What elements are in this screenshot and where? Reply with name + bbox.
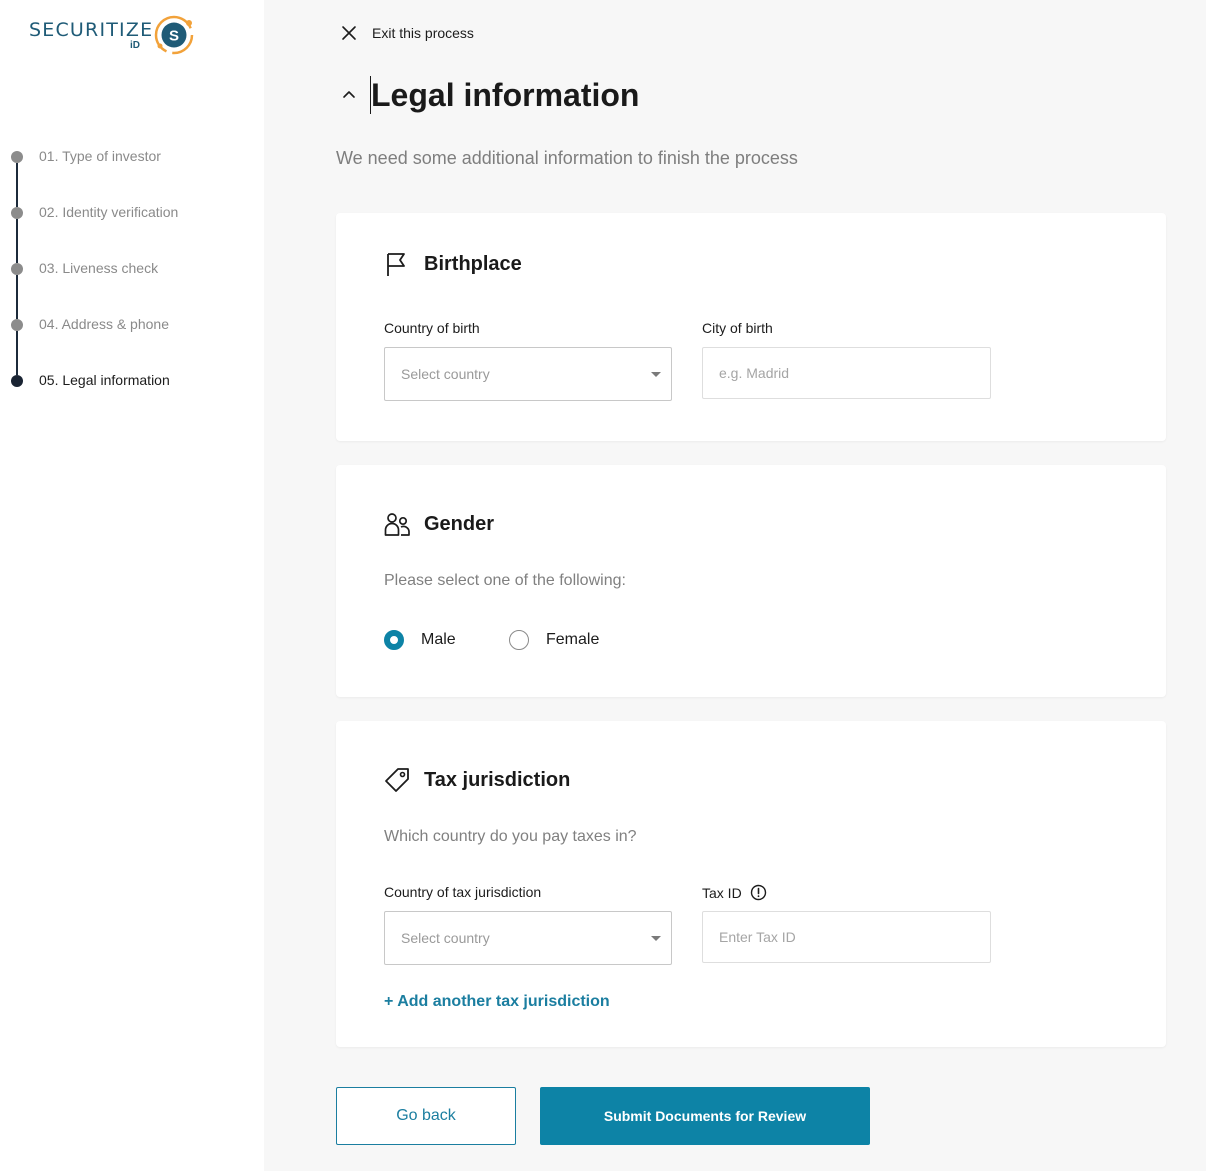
users-icon: [384, 513, 410, 536]
step-address-phone: 04. Address & phone: [0, 308, 264, 375]
go-back-button[interactable]: Go back: [336, 1087, 516, 1145]
tax-country-placeholder: Select country: [401, 930, 490, 946]
birthplace-card: Birthplace Country of birth Select count…: [336, 213, 1166, 441]
female-label: Female: [546, 631, 600, 648]
exit-process-button[interactable]: Exit this process: [340, 24, 474, 42]
close-icon: [342, 26, 356, 40]
step-dot: [11, 207, 23, 219]
step-label: 04. Address & phone: [39, 316, 169, 332]
gender-card: Gender Please select one of the followin…: [336, 465, 1166, 697]
submit-documents-button[interactable]: Submit Documents for Review: [540, 1087, 870, 1145]
country-of-birth-select[interactable]: Select country: [384, 347, 672, 401]
tax-prompt: Which country do you pay taxes in?: [384, 828, 637, 845]
tax-country-select[interactable]: Select country: [384, 911, 672, 965]
birthplace-header: Birthplace: [384, 251, 522, 277]
flag-icon: [387, 253, 405, 276]
progress-steps: 01. Type of investor 02. Identity verifi…: [0, 140, 264, 420]
tax-id-label-row: Tax ID: [702, 884, 767, 901]
step-dot-active: [11, 375, 23, 387]
gender-option-female[interactable]: Female: [509, 630, 599, 650]
add-tax-jurisdiction-link[interactable]: + Add another tax jurisdiction: [384, 993, 610, 1011]
tax-id-label: Tax ID: [702, 884, 742, 901]
info-icon[interactable]: [750, 884, 767, 901]
dropdown-arrow-icon: [651, 936, 661, 941]
tax-title: Tax jurisdiction: [424, 768, 571, 791]
step-liveness-check: 03. Liveness check: [0, 252, 264, 319]
gender-option-male[interactable]: Male: [384, 630, 456, 650]
step-dot: [11, 263, 23, 275]
step-label: 01. Type of investor: [39, 148, 161, 164]
tax-header: Tax jurisdiction: [384, 767, 570, 793]
logo-subtext: iD: [130, 40, 140, 51]
birthplace-title: Birthplace: [424, 252, 522, 275]
gender-header: Gender: [384, 511, 494, 537]
tax-country-label: Country of tax jurisdiction: [384, 884, 542, 900]
page-title-row: Legal information: [340, 76, 639, 114]
male-label: Male: [421, 631, 456, 648]
sidebar: SECURITIZE iD S 01. Type of investor 02.…: [0, 0, 264, 1171]
step-label: 03. Liveness check: [39, 260, 159, 276]
step-type-of-investor: 01. Type of investor: [0, 140, 264, 207]
gender-prompt: Please select one of the following:: [384, 572, 626, 589]
securitize-logo-icon: S: [154, 15, 194, 55]
chevron-up-icon[interactable]: [340, 86, 358, 104]
tax-jurisdiction-card: Tax jurisdiction Which country do you pa…: [336, 721, 1166, 1047]
page-subtitle: We need some additional information to f…: [336, 148, 798, 168]
step-label: 02. Identity verification: [39, 204, 179, 220]
female-radio[interactable]: [509, 630, 529, 650]
page-title: Legal information: [370, 76, 640, 114]
country-of-birth-label: Country of birth: [384, 320, 480, 336]
city-of-birth-input[interactable]: [702, 347, 991, 399]
tag-icon: [385, 768, 409, 792]
country-of-birth-placeholder: Select country: [401, 366, 490, 382]
step-legal-information: 05. Legal information: [0, 364, 264, 420]
step-identity-verification: 02. Identity verification: [0, 196, 264, 263]
step-dot: [11, 151, 23, 163]
male-radio[interactable]: [384, 630, 404, 650]
city-of-birth-label: City of birth: [702, 320, 773, 336]
gender-title: Gender: [424, 512, 495, 535]
logo-text: SECURITIZE: [29, 19, 154, 41]
logo-mark-letter: S: [169, 28, 179, 45]
dropdown-arrow-icon: [651, 372, 661, 377]
securitize-logo[interactable]: SECURITIZE iD S: [29, 14, 199, 60]
step-label: 05. Legal information: [39, 372, 170, 388]
step-dot: [11, 319, 23, 331]
tax-id-input[interactable]: [702, 911, 991, 963]
exit-label: Exit this process: [372, 25, 474, 41]
